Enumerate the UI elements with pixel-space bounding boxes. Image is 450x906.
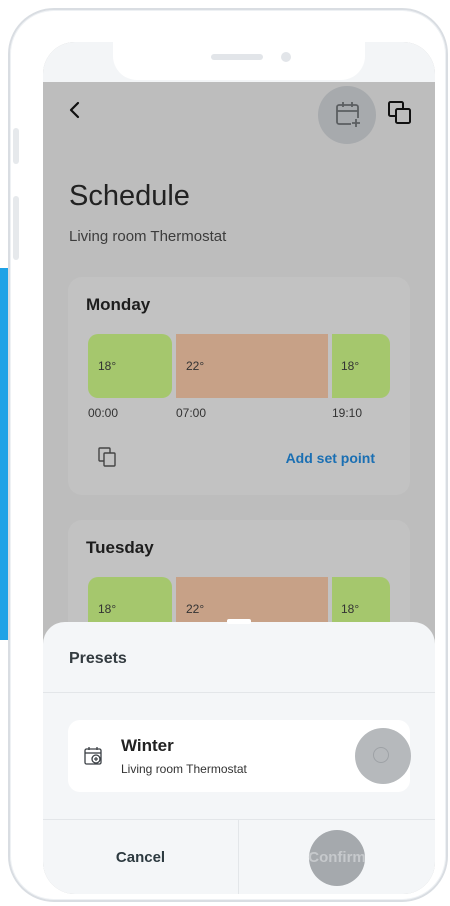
add-set-point-button[interactable]: Add set point (286, 450, 375, 466)
phone-side-button (13, 128, 19, 164)
divider (43, 692, 435, 693)
segment-temperature: 22° (186, 359, 205, 373)
presets-bottom-sheet: Presets Winter Living room Thermostat Ca… (43, 619, 435, 894)
segment-temperature: 18° (341, 602, 360, 616)
status-bar (43, 42, 435, 82)
day-card-monday: Monday 18° 22° 18° 00:00 07:00 19:10 Add… (68, 277, 410, 495)
cancel-button[interactable]: Cancel (43, 820, 238, 894)
preset-item-winter[interactable]: Winter Living room Thermostat (68, 720, 411, 792)
sheet-actions: Cancel Confirm (43, 820, 435, 894)
calendar-add-icon (84, 747, 102, 765)
preset-radio-button[interactable] (373, 747, 389, 763)
segment-temperature: 18° (98, 359, 117, 373)
sheet-drag-handle[interactable] (227, 619, 251, 624)
day-name: Monday (86, 295, 151, 314)
time-label: 00:00 (88, 406, 119, 420)
time-label: 07:00 (176, 406, 207, 420)
segment-temperature: 22° (186, 602, 205, 616)
camera (281, 52, 291, 62)
time-label: 19:10 (332, 406, 363, 420)
speaker (211, 54, 263, 60)
schedule-bar[interactable]: 18° 22° 18° (88, 334, 390, 398)
page-title: Schedule (69, 180, 190, 212)
day-name: Tuesday (86, 538, 154, 557)
preset-device: Living room Thermostat (121, 762, 247, 776)
phone-frame: Schedule Living room Thermostat Monday 1… (8, 8, 448, 902)
copy-icon[interactable] (387, 100, 413, 126)
notch (113, 42, 365, 80)
phone-side-button (13, 196, 19, 260)
sheet-title: Presets (69, 650, 127, 667)
schedule-segment[interactable]: 22° (176, 334, 328, 398)
confirm-button[interactable]: Confirm (239, 820, 435, 894)
app-screen: Schedule Living room Thermostat Monday 1… (43, 42, 435, 894)
segment-temperature: 18° (341, 359, 360, 373)
preset-name: Winter (121, 736, 174, 755)
calendar-add-icon[interactable] (334, 100, 362, 128)
copy-day-icon[interactable] (98, 447, 116, 467)
chevron-left-icon[interactable] (63, 98, 87, 122)
schedule-segment[interactable]: 18° (332, 334, 390, 398)
schedule-segment[interactable]: 18° (88, 334, 172, 398)
page-subtitle: Living room Thermostat (69, 228, 227, 245)
segment-temperature: 18° (98, 602, 117, 616)
